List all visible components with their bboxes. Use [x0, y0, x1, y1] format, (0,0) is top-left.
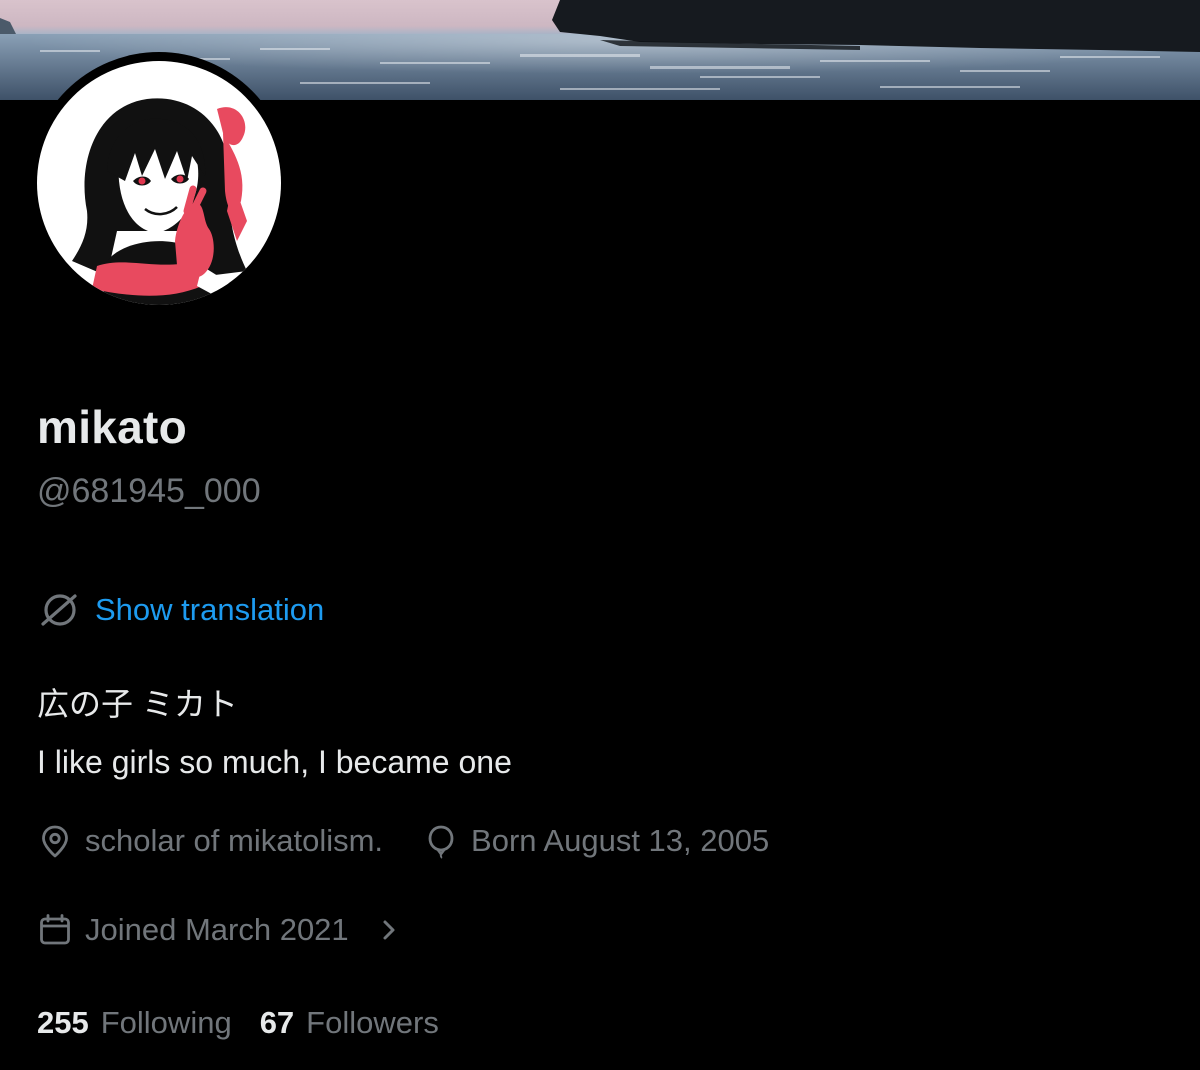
- username-handle: @681945_000: [37, 472, 261, 510]
- bio-line-1: 広の子 ミカト: [37, 686, 238, 722]
- location-pin-icon: [42, 825, 68, 858]
- follow-stats: 255 Following 67 Followers: [37, 1005, 439, 1041]
- location-text: scholar of mikatolism.: [85, 823, 384, 858]
- joined-text: Joined March 2021: [85, 912, 349, 947]
- bio: 広の子 ミカト I like girls so much, I became o…: [37, 675, 512, 791]
- avatar[interactable]: [28, 52, 290, 314]
- avatar-illustration: [37, 61, 281, 305]
- chevron-right-icon: [361, 916, 403, 944]
- location-item: scholar of mikatolism.: [37, 823, 383, 859]
- show-translation-button[interactable]: Show translation: [37, 590, 324, 630]
- calendar-icon: [40, 914, 70, 945]
- birthday-item: Born August 13, 2005: [423, 823, 769, 859]
- following-label: Following: [100, 1005, 232, 1040]
- following-count: 255: [37, 1005, 89, 1040]
- joined-item[interactable]: Joined March 2021: [37, 912, 403, 948]
- globe-strike-icon: [41, 594, 77, 626]
- bio-line-2: I like girls so much, I became one: [37, 744, 512, 780]
- profile-page: mikato @681945_000 Show translation 広の子 …: [0, 0, 1200, 1070]
- profile-meta-row: scholar of mikatolism. Born August 13, 2…: [37, 823, 769, 859]
- show-translation-label: Show translation: [95, 592, 325, 627]
- joined-row[interactable]: Joined March 2021: [37, 912, 403, 948]
- followers-link[interactable]: 67 Followers: [260, 1005, 439, 1041]
- following-link[interactable]: 255 Following: [37, 1005, 232, 1041]
- followers-count: 67: [259, 1005, 295, 1040]
- balloon-icon: [428, 825, 454, 859]
- display-name: mikato: [37, 401, 188, 453]
- followers-label: Followers: [306, 1005, 439, 1040]
- birthday-text: Born August 13, 2005: [471, 823, 770, 858]
